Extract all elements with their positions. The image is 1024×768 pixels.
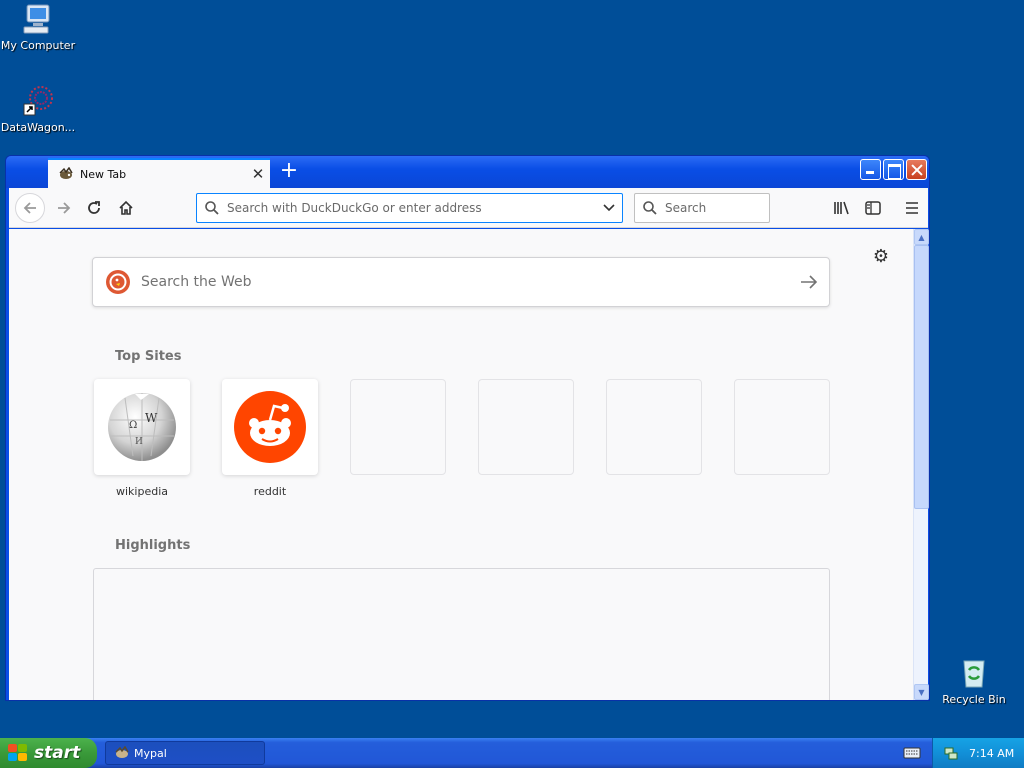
- taskbar-item-mypal[interactable]: Mypal: [105, 741, 265, 765]
- sidebar-button[interactable]: [858, 193, 888, 223]
- minimize-button[interactable]: [860, 159, 881, 180]
- scroll-up-arrow-icon[interactable]: ▲: [914, 229, 929, 245]
- recycle-bin-icon: [957, 656, 991, 690]
- reddit-logo-icon: [234, 391, 306, 463]
- svg-text:Ω: Ω: [129, 420, 137, 431]
- address-bar[interactable]: [196, 193, 623, 223]
- window-controls: [860, 159, 927, 180]
- close-window-button[interactable]: [906, 159, 927, 180]
- new-tab-button[interactable]: +: [276, 159, 302, 185]
- tab-title: New Tab: [80, 167, 127, 181]
- reload-button[interactable]: [79, 193, 109, 223]
- scrollbar-thumb[interactable]: [914, 245, 929, 509]
- desktop-icon-my-computer[interactable]: My Computer: [0, 2, 78, 52]
- navigation-toolbar: [9, 188, 928, 228]
- browser-window: New Tab ✕ + Search with DuckDuckGo or en…: [5, 155, 930, 701]
- maximize-button[interactable]: [883, 159, 904, 180]
- start-label: start: [34, 743, 81, 763]
- top-site-label: reddit: [253, 485, 287, 498]
- desktop-icon-label: DataWagon...: [0, 121, 76, 134]
- library-button[interactable]: [827, 193, 857, 223]
- mypal-favicon-icon: [58, 166, 74, 181]
- desktop-icon-datawagon[interactable]: DataWagon...: [0, 84, 78, 134]
- search-input[interactable]: [665, 201, 765, 215]
- network-icon[interactable]: [943, 745, 959, 761]
- datawagon-icon: [21, 84, 55, 118]
- home-button[interactable]: [111, 193, 141, 223]
- search-icon: [635, 200, 665, 216]
- desktop-icon-recycle-bin[interactable]: Recycle Bin: [934, 656, 1014, 706]
- new-tab-page: ⚙ Top Sites: [9, 229, 913, 700]
- tab-close-icon[interactable]: ✕: [248, 164, 268, 184]
- keyboard-icon[interactable]: [903, 746, 921, 760]
- search-icon: [197, 200, 227, 216]
- address-input[interactable]: [227, 201, 596, 215]
- top-site-tile-empty[interactable]: [350, 379, 446, 475]
- forward-button[interactable]: [49, 193, 79, 223]
- duckduckgo-logo-icon: [105, 269, 131, 295]
- tab-new-tab[interactable]: New Tab ✕: [48, 158, 270, 188]
- system-tray: 7:14 AM: [932, 738, 1024, 768]
- taskbar-item-label: Mypal: [134, 746, 167, 760]
- hamburger-menu-icon: [906, 202, 918, 214]
- desktop-icon-label: My Computer: [0, 39, 76, 52]
- scroll-down-arrow-icon[interactable]: ▼: [914, 684, 929, 700]
- chevron-down-icon[interactable]: [596, 203, 622, 213]
- gear-icon[interactable]: ⚙: [871, 247, 891, 267]
- back-arrow-icon: [23, 202, 36, 214]
- mypal-app-icon: [114, 745, 130, 760]
- top-sites-title: Top Sites: [115, 349, 182, 364]
- desktop-icon-label: Recycle Bin: [942, 693, 1006, 706]
- top-site-tile-empty[interactable]: [734, 379, 830, 475]
- library-icon: [834, 201, 849, 215]
- top-site-tile-empty[interactable]: [478, 379, 574, 475]
- forward-arrow-icon: [58, 202, 71, 214]
- highlights-panel: [93, 568, 830, 700]
- windows-flag-icon: [8, 744, 28, 762]
- back-button[interactable]: [15, 193, 45, 223]
- web-search-box[interactable]: [92, 257, 830, 307]
- title-bar[interactable]: New Tab ✕ +: [6, 156, 929, 188]
- clock: 7:14 AM: [969, 746, 1015, 760]
- web-search-input[interactable]: [141, 274, 789, 290]
- vertical-scrollbar[interactable]: ▲ ▼: [913, 229, 929, 700]
- reload-icon: [88, 201, 100, 214]
- start-button[interactable]: start: [0, 738, 97, 768]
- my-computer-icon: [21, 2, 55, 36]
- home-icon: [119, 200, 133, 215]
- svg-text:И: И: [135, 437, 143, 447]
- arrow-right-icon[interactable]: [789, 274, 829, 290]
- top-site-tile-wikipedia[interactable]: Ω W И: [94, 379, 190, 475]
- top-site-tile-empty[interactable]: [606, 379, 702, 475]
- top-site-tile-reddit[interactable]: [222, 379, 318, 475]
- top-site-label: wikipedia: [115, 485, 168, 498]
- menu-button[interactable]: [897, 193, 927, 223]
- highlights-title: Highlights: [115, 538, 191, 553]
- search-bar[interactable]: [634, 193, 770, 223]
- sidebar-icon: [865, 201, 881, 215]
- svg-text:W: W: [145, 411, 158, 425]
- taskbar: start Mypal 7:14 AM: [0, 738, 1024, 768]
- wikipedia-globe-icon: Ω W И: [108, 393, 176, 461]
